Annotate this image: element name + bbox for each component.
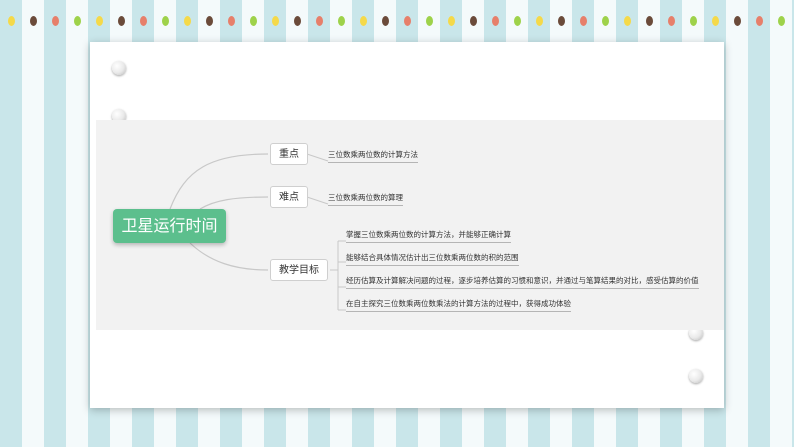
decorative-dot xyxy=(426,16,433,26)
decorative-dot xyxy=(316,16,323,26)
branch-nandian: 难点 xyxy=(270,186,308,208)
decorative-dot xyxy=(338,16,345,26)
decorative-dot xyxy=(778,16,785,26)
decorative-dot-row xyxy=(0,16,794,28)
decorative-dot xyxy=(668,16,675,26)
branch-jiaoxuemubiao: 教学目标 xyxy=(270,259,328,281)
decorative-dot xyxy=(140,16,147,26)
decorative-dot xyxy=(228,16,235,26)
decorative-dot xyxy=(382,16,389,26)
decorative-dot xyxy=(734,16,741,26)
decorative-dot xyxy=(646,16,653,26)
leaf-mubiao-1: 掌握三位数乘两位数的计算方法，并能够正确计算 xyxy=(346,230,511,243)
leaf-nandian: 三位数乘两位数的算理 xyxy=(328,193,403,206)
decorative-dot xyxy=(712,16,719,26)
decorative-dot xyxy=(294,16,301,26)
decorative-dot xyxy=(272,16,279,26)
leaf-mubiao-4: 在自主探究三位数乘两位数乘法的计算方法的过程中，获得成功体验 xyxy=(346,299,571,312)
decorative-dot xyxy=(624,16,631,26)
decorative-dot xyxy=(404,16,411,26)
decorative-dot xyxy=(602,16,609,26)
decorative-dot xyxy=(96,16,103,26)
decorative-dot xyxy=(118,16,125,26)
decorative-dot xyxy=(690,16,697,26)
decorative-dot xyxy=(536,16,543,26)
branch-zhongdian: 重点 xyxy=(270,143,308,165)
leaf-mubiao-3: 经历估算及计算解决问题的过程，逐步培养估算的习惯和意识，并通过与笔算结果的对比，… xyxy=(346,276,699,289)
binder-hole-icon xyxy=(112,61,126,75)
decorative-dot xyxy=(448,16,455,26)
decorative-dot xyxy=(162,16,169,26)
decorative-dot xyxy=(30,16,37,26)
binder-hole-icon xyxy=(689,369,703,383)
decorative-dot xyxy=(184,16,191,26)
decorative-dot xyxy=(580,16,587,26)
decorative-dot xyxy=(52,16,59,26)
leaf-zhongdian: 三位数乘两位数的计算方法 xyxy=(328,150,418,163)
decorative-dot xyxy=(514,16,521,26)
decorative-dot xyxy=(8,16,15,26)
decorative-dot xyxy=(360,16,367,26)
mindmap-root-node: 卫星运行时间 xyxy=(113,209,226,243)
decorative-dot xyxy=(756,16,763,26)
decorative-dot xyxy=(250,16,257,26)
decorative-dot xyxy=(206,16,213,26)
decorative-dot xyxy=(470,16,477,26)
leaf-mubiao-2: 能够结合具体情况估计出三位数乘两位数的积的范围 xyxy=(346,253,519,266)
decorative-dot xyxy=(558,16,565,26)
decorative-dot xyxy=(492,16,499,26)
decorative-dot xyxy=(74,16,81,26)
